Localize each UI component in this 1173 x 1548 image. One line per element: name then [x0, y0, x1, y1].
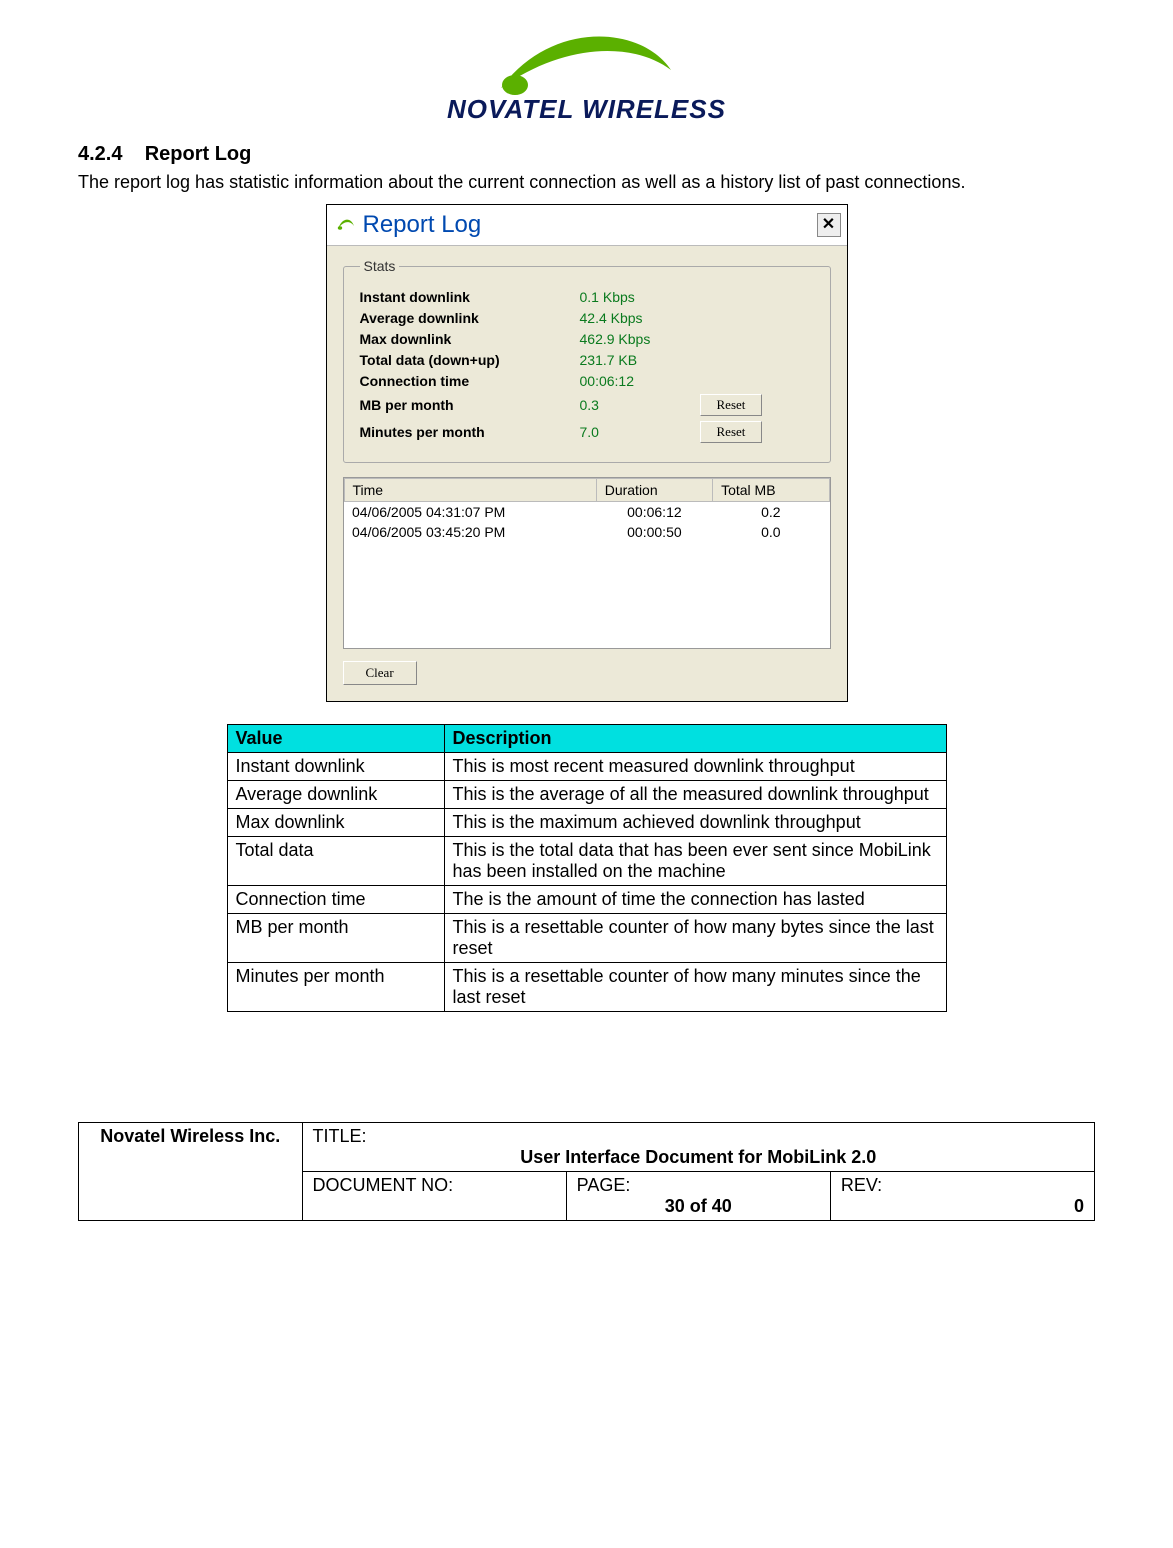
stat-label: Max downlink: [360, 331, 580, 347]
stat-value: 0.1 Kbps: [580, 289, 700, 305]
stat-row-conn: Connection time 00:06:12: [360, 373, 814, 389]
desc-description: This is a resettable counter of how many…: [444, 963, 946, 1012]
stat-row-average: Average downlink 42.4 Kbps: [360, 310, 814, 326]
desc-value: Connection time: [227, 886, 444, 914]
stat-row-max: Max downlink 462.9 Kbps: [360, 331, 814, 347]
section-intro: The report log has statistic information…: [78, 170, 1095, 194]
stat-label: Minutes per month: [360, 424, 580, 440]
close-button[interactable]: ✕: [817, 213, 841, 237]
rev-label: REV:: [841, 1175, 882, 1195]
page-label: PAGE:: [577, 1175, 631, 1195]
section-heading: 4.2.4 Report Log: [78, 143, 1095, 166]
logo: NOVATEL WIRELESS: [78, 30, 1095, 125]
description-table: Value Description Instant downlinkThis i…: [227, 724, 947, 1012]
col-total-mb[interactable]: Total MB: [713, 479, 829, 502]
stat-label: Total data (down+up): [360, 352, 580, 368]
stat-row-instant: Instant downlink 0.1 Kbps: [360, 289, 814, 305]
window-title: Report Log: [363, 211, 482, 239]
history-time: 04/06/2005 04:31:07 PM: [344, 502, 596, 523]
clear-button[interactable]: Clear: [343, 661, 417, 685]
desc-value: Max downlink: [227, 809, 444, 837]
page-value: 30 of 40: [577, 1196, 820, 1217]
col-time[interactable]: Time: [344, 479, 596, 502]
desc-value: Instant downlink: [227, 753, 444, 781]
table-row: Instant downlinkThis is most recent meas…: [227, 753, 946, 781]
stat-row-min: Minutes per month 7.0 Reset: [360, 421, 814, 443]
table-row: Connection timeThe is the amount of time…: [227, 886, 946, 914]
section-number: 4.2.4: [78, 143, 122, 165]
stat-label: Connection time: [360, 373, 580, 389]
company-name: Novatel Wireless Inc.: [79, 1123, 303, 1221]
desc-description: The is the amount of time the connection…: [444, 886, 946, 914]
report-log-window: Report Log ✕ Stats Instant downlink 0.1 …: [326, 204, 848, 702]
stat-label: MB per month: [360, 397, 580, 413]
desc-description: This is most recent measured downlink th…: [444, 753, 946, 781]
history-row[interactable]: 04/06/2005 03:45:20 PM00:00:500.0: [344, 522, 829, 542]
desc-head-desc: Description: [444, 725, 946, 753]
stats-legend: Stats: [360, 258, 400, 274]
history-list[interactable]: Time Duration Total MB 04/06/2005 04:31:…: [343, 477, 831, 649]
history-duration: 00:06:12: [596, 502, 712, 523]
stat-value: 462.9 Kbps: [580, 331, 700, 347]
history-duration: 00:00:50: [596, 522, 712, 542]
table-row: Max downlinkThis is the maximum achieved…: [227, 809, 946, 837]
history-header-row: Time Duration Total MB: [344, 479, 829, 502]
stat-row-total: Total data (down+up) 231.7 KB: [360, 352, 814, 368]
stat-label: Instant downlink: [360, 289, 580, 305]
table-row: Minutes per monthThis is a resettable co…: [227, 963, 946, 1012]
history-total-mb: 0.0: [713, 522, 829, 542]
docno-label: DOCUMENT NO:: [313, 1175, 454, 1195]
desc-value: MB per month: [227, 914, 444, 963]
titlebar: Report Log ✕: [327, 205, 847, 246]
close-icon: ✕: [822, 217, 835, 233]
history-time: 04/06/2005 03:45:20 PM: [344, 522, 596, 542]
desc-value: Minutes per month: [227, 963, 444, 1012]
stat-row-mb: MB per month 0.3 Reset: [360, 394, 814, 416]
desc-description: This is a resettable counter of how many…: [444, 914, 946, 963]
document-info-block: Novatel Wireless Inc. TITLE: User Interf…: [78, 1122, 1095, 1221]
stat-value: 42.4 Kbps: [580, 310, 700, 326]
title-value: User Interface Document for MobiLink 2.0: [520, 1147, 876, 1167]
stat-value: 7.0: [580, 424, 700, 440]
table-row: Total dataThis is the total data that ha…: [227, 837, 946, 886]
history-total-mb: 0.2: [713, 502, 829, 523]
swoosh-icon: [491, 30, 681, 100]
history-row[interactable]: 04/06/2005 04:31:07 PM00:06:120.2: [344, 502, 829, 523]
stats-group: Stats Instant downlink 0.1 Kbps Average …: [343, 258, 831, 463]
reset-mb-button[interactable]: Reset: [700, 394, 763, 416]
title-label: TITLE:: [313, 1126, 367, 1147]
desc-description: This is the maximum achieved downlink th…: [444, 809, 946, 837]
desc-head-value: Value: [227, 725, 444, 753]
stat-value: 0.3: [580, 397, 700, 413]
stat-label: Average downlink: [360, 310, 580, 326]
col-duration[interactable]: Duration: [596, 479, 712, 502]
table-row: MB per monthThis is a resettable counter…: [227, 914, 946, 963]
desc-value: Total data: [227, 837, 444, 886]
stat-value: 231.7 KB: [580, 352, 700, 368]
rev-value: 0: [841, 1196, 1084, 1217]
section-title: Report Log: [145, 143, 252, 165]
desc-description: This is the average of all the measured …: [444, 781, 946, 809]
stat-value: 00:06:12: [580, 373, 700, 389]
app-icon: [337, 218, 355, 232]
desc-value: Average downlink: [227, 781, 444, 809]
table-row: Average downlinkThis is the average of a…: [227, 781, 946, 809]
desc-description: This is the total data that has been eve…: [444, 837, 946, 886]
reset-min-button[interactable]: Reset: [700, 421, 763, 443]
